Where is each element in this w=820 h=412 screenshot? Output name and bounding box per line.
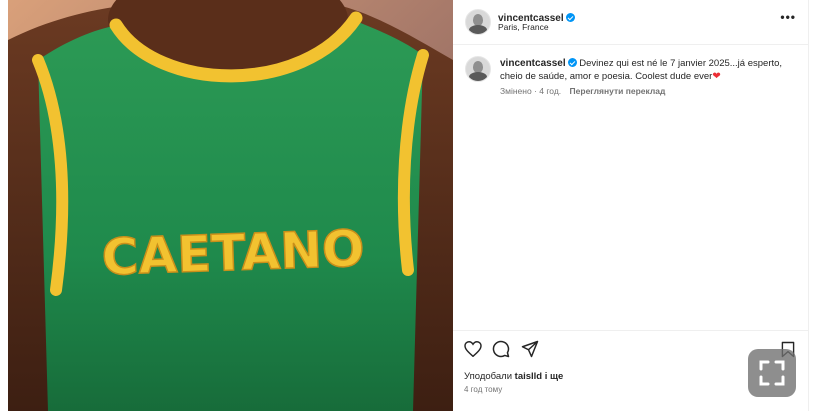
post-image[interactable]: CAETANO: [8, 0, 453, 411]
caption-avatar[interactable]: [465, 56, 491, 82]
post-header: vincentcassel Paris, France •••: [453, 0, 808, 45]
heart-emoji: ❤: [712, 71, 721, 82]
comment-bubble-icon[interactable]: [492, 340, 510, 363]
likes-summary: Уподобали taislld і ще: [464, 371, 563, 382]
verified-badge-icon: [565, 13, 575, 22]
post-caption: vincentcassel Devinez qui est né le 7 ja…: [500, 57, 800, 83]
likes-others[interactable]: і ще: [545, 371, 564, 382]
edited-label: Змінено: [500, 86, 532, 96]
jersey-painting: CAETANO: [8, 0, 453, 411]
fullscreen-corners-icon[interactable]: [748, 349, 796, 397]
likes-username[interactable]: taislld: [515, 371, 542, 382]
paper-plane-icon[interactable]: [521, 340, 539, 363]
caption-meta: Змінено · 4 год. Переглянути переклад: [500, 86, 666, 96]
see-translation-link[interactable]: Переглянути переклад: [570, 86, 666, 96]
post-time-ago: 4 год тому: [464, 385, 503, 394]
heart-outline-icon[interactable]: [464, 340, 482, 362]
caption-time: 4 год.: [539, 86, 562, 96]
caption-username[interactable]: vincentcassel: [500, 58, 566, 69]
post-location[interactable]: Paris, France: [498, 22, 549, 32]
author-avatar[interactable]: [465, 9, 491, 35]
jersey-name-text: CAETANO: [101, 219, 366, 286]
more-options-icon[interactable]: •••: [780, 10, 796, 24]
verified-badge-icon: [567, 58, 577, 67]
likes-prefix: Уподобали: [464, 371, 513, 382]
